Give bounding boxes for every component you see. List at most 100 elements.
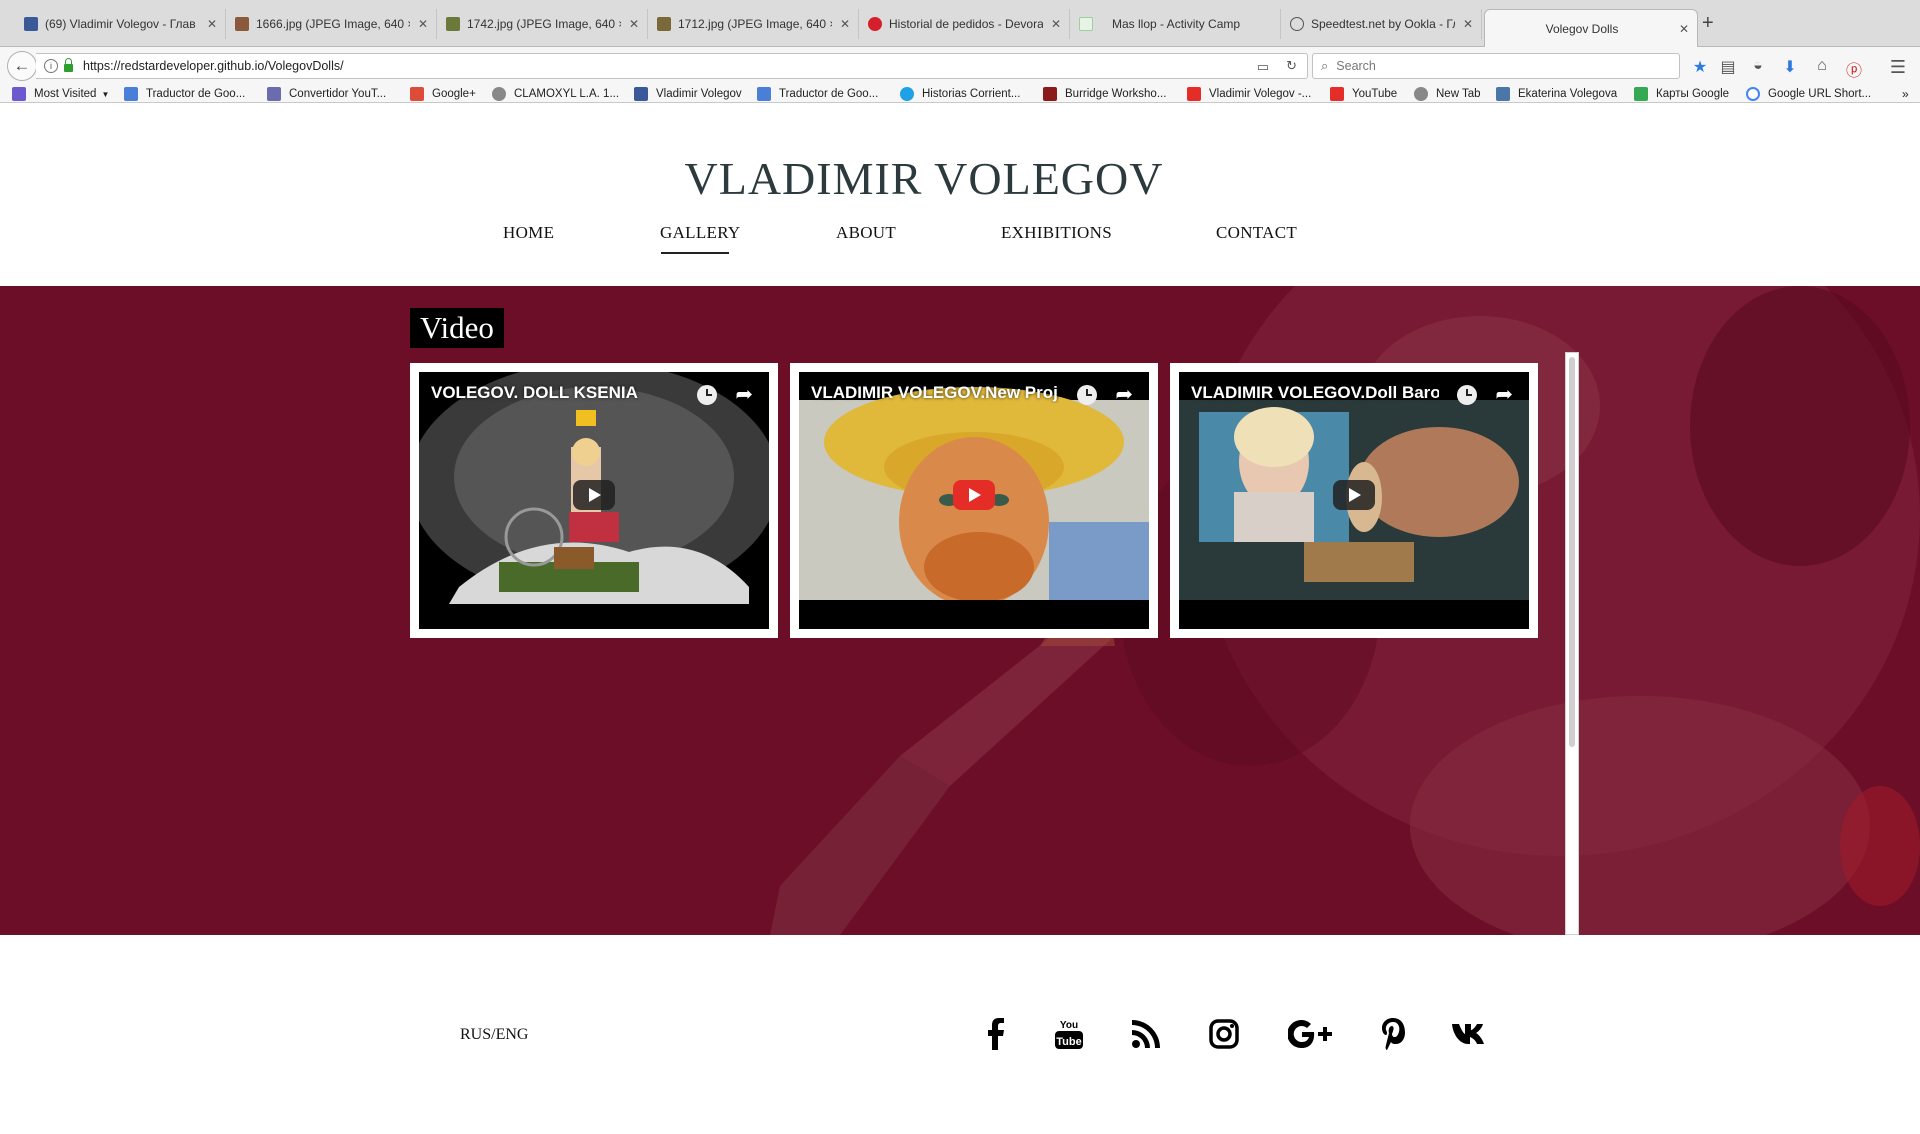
- video-scrollbar[interactable]: [1565, 352, 1579, 935]
- share-icon[interactable]: ➦: [1495, 382, 1513, 407]
- close-icon[interactable]: ✕: [207, 17, 217, 31]
- bookmark-most-visited[interactable]: Most Visited ▼: [12, 86, 109, 102]
- bookmark-item[interactable]: Burridge Worksho...: [1043, 86, 1166, 102]
- image-thumb-icon: [657, 17, 671, 31]
- address-bar[interactable]: i https://redstardeveloper.github.io/Vol…: [36, 53, 1308, 79]
- bookmark-item[interactable]: Convertidor YouT...: [267, 86, 386, 102]
- browser-tab[interactable]: Historial de pedidos - Devora ✕: [860, 9, 1070, 39]
- back-arrow-icon[interactable]: ←: [7, 51, 37, 81]
- browser-tab[interactable]: 1666.jpg (JPEG Image, 640 × ✕: [227, 9, 437, 39]
- search-placeholder: Search: [1336, 59, 1376, 73]
- browser-tab[interactable]: 1712.jpg (JPEG Image, 640 × ✕: [649, 9, 859, 39]
- close-icon[interactable]: ✕: [1463, 17, 1473, 31]
- nav-about[interactable]: ABOUT: [836, 223, 896, 243]
- active-nav-underline: [661, 252, 729, 254]
- youtube-icon[interactable]: You Tube: [1047, 1012, 1091, 1056]
- bookmark-item[interactable]: Traductor de Goo...: [757, 86, 878, 102]
- reload-icon[interactable]: ↻: [1286, 58, 1297, 74]
- section-label-video: Video: [410, 308, 504, 348]
- video-title[interactable]: VOLEGOV. DOLL KSENIA: [431, 383, 679, 403]
- bookmark-item[interactable]: Traductor de Goo...: [124, 86, 245, 102]
- bookmark-item[interactable]: YouTube: [1330, 86, 1397, 102]
- youtube-icon: [1330, 87, 1344, 101]
- vk-icon: [1496, 87, 1510, 101]
- bookmark-item[interactable]: New Tab: [1414, 86, 1481, 102]
- browser-tab-active[interactable]: Volegov Dolls ✕: [1484, 9, 1698, 47]
- video-player[interactable]: VLADIMIR VOLEGOV.New Proj... ➦: [795, 368, 1153, 633]
- pocket-icon[interactable]: ◒: [1748, 57, 1768, 75]
- play-icon[interactable]: [1333, 479, 1375, 510]
- rss-icon[interactable]: [1124, 1012, 1168, 1056]
- video-player[interactable]: VLADIMIR VOLEGOV.Doll Baro... ➦: [1175, 368, 1533, 633]
- watch-later-icon[interactable]: [697, 385, 717, 405]
- converter-icon: [267, 87, 281, 101]
- bookmark-item[interactable]: Google+: [410, 86, 476, 102]
- nav-exhibitions[interactable]: EXHIBITIONS: [1001, 223, 1112, 243]
- vk-icon[interactable]: [1449, 1012, 1493, 1056]
- nav-gallery[interactable]: GALLERY: [660, 223, 740, 243]
- watch-later-icon[interactable]: [1457, 385, 1477, 405]
- browser-tab[interactable]: Mas llop - Activity Camp: [1071, 9, 1281, 39]
- home-icon[interactable]: ⌂: [1812, 57, 1832, 75]
- page-icon: [1079, 17, 1093, 31]
- bookmark-item[interactable]: Historias Corrient...: [900, 86, 1020, 102]
- browser-nav-bar: ← i https://redstardeveloper.github.io/V…: [0, 47, 1920, 85]
- reader-view-icon[interactable]: ▭: [1257, 59, 1269, 75]
- bookmark-item[interactable]: Vladimir Volegov: [634, 86, 742, 102]
- close-icon[interactable]: ✕: [1051, 17, 1061, 31]
- browser-tab-bar: (69) Vladimir Volegov - Глав ✕ 1666.jpg …: [0, 0, 1920, 47]
- instagram-icon[interactable]: [1202, 1012, 1246, 1056]
- site-title: VLADIMIR VOLEGOV: [684, 153, 1164, 204]
- svg-text:You: You: [1060, 1020, 1078, 1031]
- video-title[interactable]: VLADIMIR VOLEGOV.New Proj...: [811, 383, 1059, 403]
- speedometer-icon: [1290, 17, 1304, 31]
- browser-tab[interactable]: (69) Vladimir Volegov - Глав ✕: [16, 9, 226, 39]
- facebook-icon: [634, 87, 648, 101]
- watch-later-icon[interactable]: [1077, 385, 1097, 405]
- facebook-icon[interactable]: [973, 1012, 1017, 1056]
- download-icon[interactable]: ⬇: [1780, 57, 1800, 77]
- facebook-icon: [24, 17, 38, 31]
- url-text[interactable]: https://redstardeveloper.github.io/Voleg…: [83, 59, 344, 73]
- video-player[interactable]: VOLEGOV. DOLL KSENIA ➦: [415, 368, 773, 633]
- share-icon[interactable]: ➦: [1115, 382, 1133, 407]
- googleplus-icon[interactable]: [1287, 1012, 1333, 1056]
- nav-home[interactable]: HOME: [503, 223, 554, 243]
- chat-icon: [900, 87, 914, 101]
- new-tab-icon[interactable]: +: [1702, 12, 1714, 35]
- bookmark-item[interactable]: Google URL Short...: [1746, 86, 1871, 102]
- close-icon[interactable]: ✕: [1679, 22, 1689, 36]
- close-icon[interactable]: ✕: [629, 17, 639, 31]
- close-icon[interactable]: ✕: [418, 17, 428, 31]
- menu-hamburger-icon[interactable]: ☰: [1888, 57, 1908, 78]
- bookmark-item[interactable]: Карты Google: [1634, 86, 1729, 102]
- browser-tab[interactable]: Speedtest.net by Ookla - Гло ✕: [1282, 9, 1482, 39]
- play-icon[interactable]: [953, 479, 995, 510]
- video-embed[interactable]: VLADIMIR VOLEGOV.Doll Baro... ➦: [1170, 363, 1538, 638]
- folder-icon: [12, 87, 26, 101]
- bookmarks-library-icon[interactable]: ▤: [1718, 57, 1738, 77]
- nav-contact[interactable]: CONTACT: [1216, 223, 1297, 243]
- browser-tab[interactable]: 1742.jpg (JPEG Image, 640 × ✕: [438, 9, 648, 39]
- youtube-icon: [1187, 87, 1201, 101]
- bookmark-item[interactable]: Ekaterina Volegova: [1496, 86, 1617, 102]
- more-bookmarks-icon[interactable]: »: [1902, 86, 1909, 102]
- video-embed[interactable]: VOLEGOV. DOLL KSENIA ➦: [410, 363, 778, 638]
- bookmark-item[interactable]: Vladimir Volegov -...: [1187, 86, 1311, 102]
- page-content: VLADIMIR VOLEGOV HOME GALLERY ABOUT EXHI…: [0, 104, 1920, 1134]
- language-switch[interactable]: RUS/ENG: [460, 1026, 528, 1044]
- footer: RUS/ENG You Tube: [0, 935, 1920, 1134]
- bookmark-star-icon[interactable]: ★: [1690, 57, 1710, 77]
- bookmark-item[interactable]: CLAMOXYL L.A. 1...: [492, 86, 619, 102]
- video-title[interactable]: VLADIMIR VOLEGOV.Doll Baro...: [1191, 383, 1439, 403]
- search-input[interactable]: ⌕ Search: [1312, 53, 1680, 79]
- scrollbar-thumb[interactable]: [1569, 357, 1575, 747]
- play-icon[interactable]: [573, 479, 615, 510]
- info-icon[interactable]: i: [44, 59, 58, 73]
- share-icon[interactable]: ➦: [735, 382, 753, 407]
- pinterest-icon[interactable]: [1371, 1012, 1415, 1056]
- translate-icon: [124, 87, 138, 101]
- close-icon[interactable]: ✕: [840, 17, 850, 31]
- pinterest-icon[interactable]: ⓟ: [1844, 57, 1864, 81]
- video-embed[interactable]: VLADIMIR VOLEGOV.New Proj... ➦: [790, 363, 1158, 638]
